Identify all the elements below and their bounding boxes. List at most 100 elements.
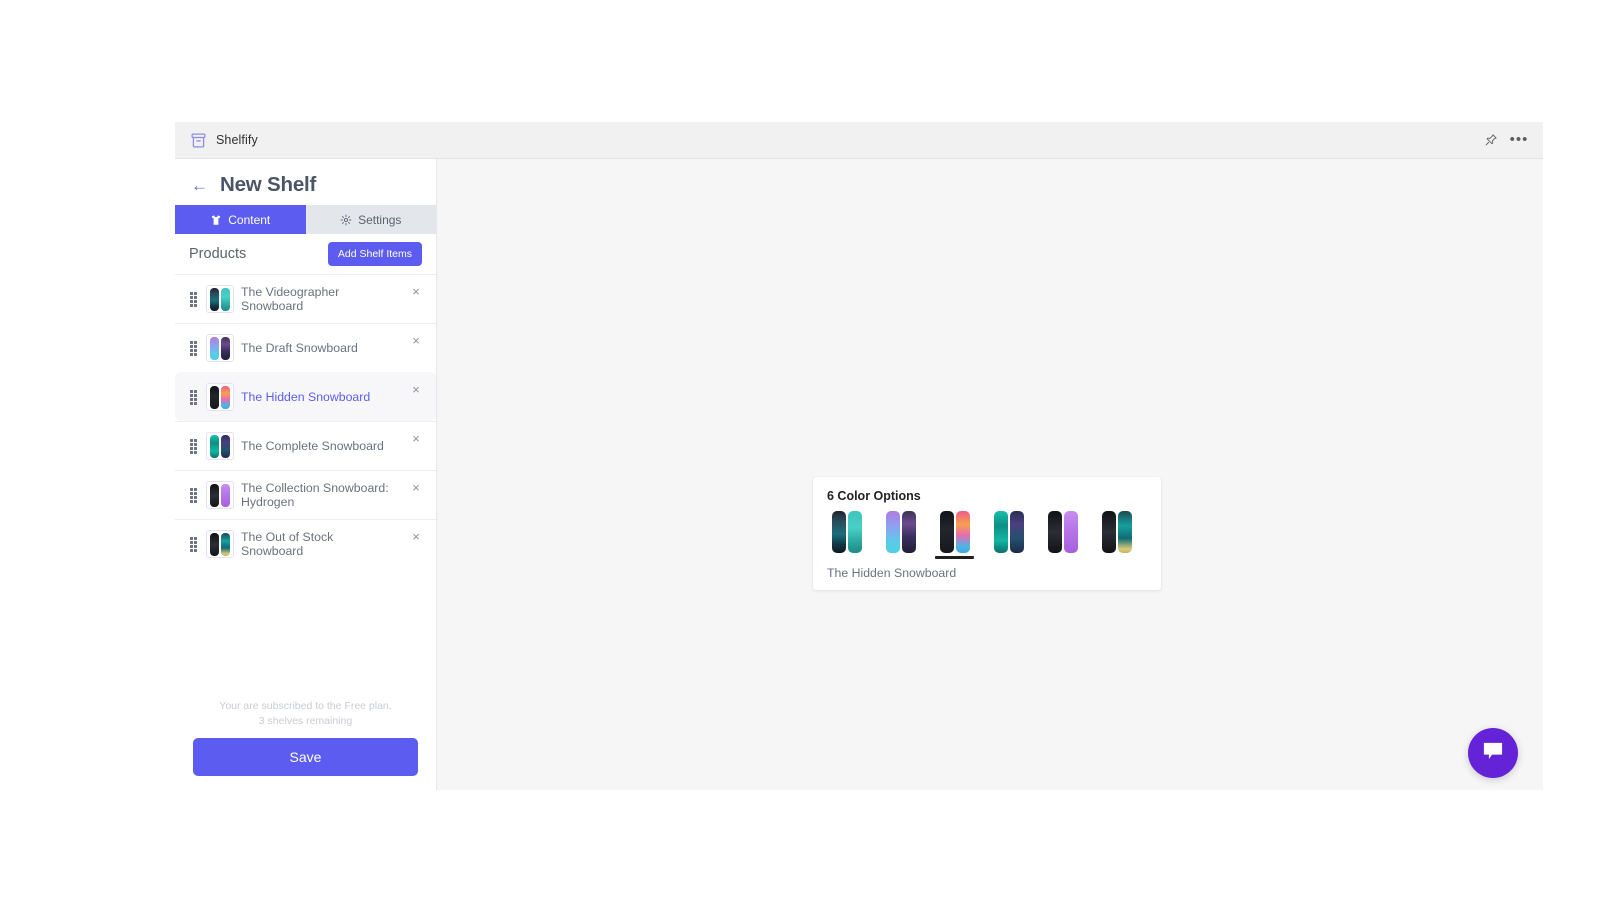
snowboard-graphic xyxy=(1009,511,1024,553)
snowboard-graphic xyxy=(1101,511,1116,553)
topbar-brand: Shelfify xyxy=(175,132,258,149)
tshirt-icon xyxy=(210,214,222,226)
gear-icon xyxy=(340,214,352,226)
drag-handle-icon[interactable] xyxy=(187,536,199,552)
products-label: Products xyxy=(189,246,247,262)
product-name: The Collection Snowboard: Hydrogen xyxy=(241,480,389,510)
product-thumbnail xyxy=(206,432,234,460)
product-list: The Videographer Snowboard × The Draft Sno… xyxy=(175,274,436,699)
app-topbar: Shelfify ••• xyxy=(175,122,1543,159)
drag-handle-icon[interactable] xyxy=(187,340,199,356)
page-title: New Shelf xyxy=(220,173,317,196)
product-name: The Out of Stock Snowboard xyxy=(241,529,334,559)
color-swatch[interactable] xyxy=(827,510,866,559)
snowboard-graphic xyxy=(210,434,219,458)
snowboard-graphic xyxy=(210,385,219,409)
snowboard-graphic xyxy=(210,532,219,556)
color-swatch[interactable] xyxy=(1043,510,1082,559)
product-row[interactable]: The Out of Stock Snowboard × xyxy=(175,519,436,568)
product-row[interactable]: The Collection Snowboard: Hydrogen × xyxy=(175,470,436,519)
snowboard-graphic xyxy=(939,511,954,553)
close-icon[interactable]: × xyxy=(408,481,424,494)
chat-bubble-button[interactable] xyxy=(1468,728,1518,778)
topbar-actions: ••• xyxy=(1483,132,1543,148)
product-row[interactable]: The Complete Snowboard × xyxy=(175,421,436,470)
snowboard-graphic xyxy=(831,511,846,553)
snowboard-graphic xyxy=(221,287,230,311)
pin-icon[interactable] xyxy=(1483,132,1499,148)
snowboard-graphic xyxy=(221,385,230,409)
snowboard-graphic xyxy=(221,483,230,507)
close-icon[interactable]: × xyxy=(408,285,424,298)
snowboard-graphic xyxy=(221,532,230,556)
tab-settings-label: Settings xyxy=(358,212,402,227)
product-row[interactable]: The Draft Snowboard × xyxy=(175,323,436,372)
snowboard-graphic xyxy=(847,511,862,553)
color-options-caption: The Hidden Snowboard xyxy=(827,566,957,580)
ellipsis-icon[interactable]: ••• xyxy=(1510,132,1528,148)
snowboard-graphic xyxy=(1063,511,1078,553)
color-swatch-image xyxy=(1043,510,1082,554)
sidebar-header: ← New Shelf xyxy=(175,159,436,205)
plan-status: Your are subscribed to the Free plan. 3 … xyxy=(193,699,418,729)
color-swatch-image xyxy=(989,510,1028,554)
color-swatch-selected-indicator xyxy=(881,556,920,559)
drag-handle-icon[interactable] xyxy=(187,487,199,503)
color-options-card: 6 Color Options The Hidden Snowboard xyxy=(813,477,1161,590)
color-swatch-selected-indicator xyxy=(935,556,974,559)
product-row[interactable]: The Hidden Snowboard × xyxy=(175,372,436,421)
snowboard-graphic xyxy=(993,511,1008,553)
snowboard-graphic xyxy=(885,511,900,553)
color-swatch-image xyxy=(935,510,974,554)
snowboard-graphic xyxy=(221,434,230,458)
close-icon[interactable]: × xyxy=(408,432,424,445)
close-icon[interactable]: × xyxy=(408,383,424,396)
app-name: Shelfify xyxy=(216,133,258,147)
app-frame: Shelfify ••• ← New Shelf Content Setting… xyxy=(175,122,1543,790)
color-swatch-image xyxy=(1097,510,1136,554)
color-swatch[interactable] xyxy=(989,510,1028,559)
snowboard-graphic xyxy=(221,336,230,360)
product-thumbnail xyxy=(206,334,234,362)
product-thumbnail xyxy=(206,481,234,509)
close-icon[interactable]: × xyxy=(408,334,424,347)
drag-handle-icon[interactable] xyxy=(187,291,199,307)
product-row[interactable]: The Videographer Snowboard × xyxy=(175,274,436,323)
color-options-title: 6 Color Options xyxy=(827,489,921,503)
color-swatch-image xyxy=(827,510,866,554)
product-thumbnail xyxy=(206,383,234,411)
product-name: The Videographer Snowboard xyxy=(241,284,340,314)
snowboard-graphic xyxy=(1047,511,1062,553)
snowboard-graphic xyxy=(901,511,916,553)
color-swatch[interactable] xyxy=(1097,510,1136,559)
save-button[interactable]: Save xyxy=(193,738,418,776)
tab-content-label: Content xyxy=(228,212,271,227)
arrow-left-icon[interactable]: ← xyxy=(191,177,208,194)
preview-canvas: 6 Color Options The Hidden Snowboard xyxy=(437,159,1543,790)
shelf-editor-sidebar: ← New Shelf Content Settings Products Ad… xyxy=(175,159,437,790)
product-name: The Draft Snowboard xyxy=(241,340,358,355)
color-swatch[interactable] xyxy=(881,510,920,559)
snowboard-graphic xyxy=(210,287,219,311)
tab-content[interactable]: Content xyxy=(175,205,306,234)
drag-handle-icon[interactable] xyxy=(187,438,199,454)
product-thumbnail xyxy=(206,530,234,558)
drag-handle-icon[interactable] xyxy=(187,389,199,405)
plan-line-1: Your are subscribed to the Free plan. xyxy=(219,699,392,712)
snowboard-graphic xyxy=(210,483,219,507)
tab-settings[interactable]: Settings xyxy=(305,205,436,234)
products-section-header: Products Add Shelf Items xyxy=(175,234,436,274)
color-swatch[interactable] xyxy=(935,510,974,559)
color-swatch-image xyxy=(881,510,920,554)
add-shelf-items-button[interactable]: Add Shelf Items xyxy=(327,242,422,266)
color-swatch-selected-indicator xyxy=(1097,556,1136,559)
color-swatch-selected-indicator xyxy=(989,556,1028,559)
page-root: Shelfify ••• ← New Shelf Content Setting… xyxy=(0,0,1600,900)
color-swatch-list xyxy=(827,510,1147,559)
sidebar-footer: Your are subscribed to the Free plan. 3 … xyxy=(175,699,436,790)
archive-box-icon xyxy=(190,132,207,149)
product-thumbnail xyxy=(206,285,234,313)
product-name: The Hidden Snowboard xyxy=(241,389,371,404)
snowboard-graphic xyxy=(1117,511,1132,553)
close-icon[interactable]: × xyxy=(408,530,424,543)
